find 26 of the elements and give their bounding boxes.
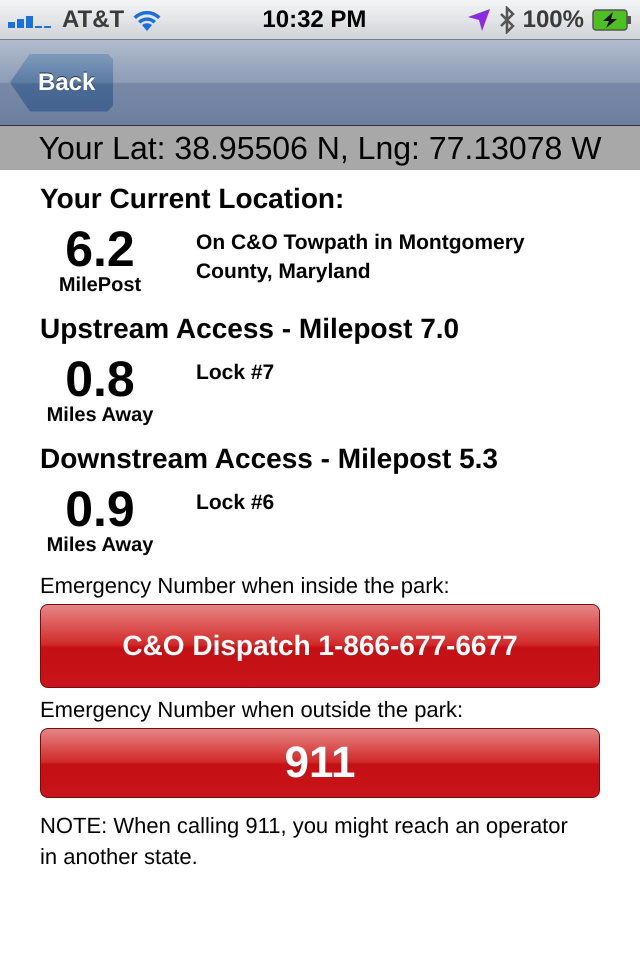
location-description: Lock #7 (196, 360, 274, 386)
section-heading: Your Current Location: (40, 182, 346, 216)
distance-unit: MilePost (58, 274, 142, 296)
back-button[interactable]: Back (10, 54, 114, 112)
note-text: NOTE: When calling 911, you might reach an operator in another state. (40, 812, 569, 871)
coordinates-bar: Your Lat: 38.95506 N, Lng: 77.13078 W (0, 126, 640, 170)
carrier-name: AT&T (62, 6, 124, 34)
battery-charging-icon (592, 8, 632, 30)
distance-value: 6.2 (65, 224, 135, 274)
location-description: Lock #6 (196, 490, 274, 516)
distance-value: 0.9 (65, 484, 135, 534)
location-description: On C&O Towpath in Montgomery County, Maryland (196, 230, 526, 285)
bluetooth-icon (498, 6, 515, 34)
location-arrow-icon (466, 8, 491, 32)
emergency-label: Emergency Number when outside the park: (40, 696, 464, 724)
section-heading: Downstream Access - Milepost 5.3 (40, 442, 500, 476)
section-heading: Upstream Access - Milepost 7.0 (40, 312, 460, 346)
battery-percentage: 100% (522, 6, 584, 34)
distance-unit: Miles Away (46, 534, 154, 556)
distance-value: 0.8 (65, 354, 135, 404)
wifi-icon (132, 8, 162, 30)
call-button[interactable]: C&O Dispatch 1-866-677-6677 (40, 604, 600, 688)
distance-unit: Miles Away (46, 404, 154, 426)
emergency-label: Emergency Number when inside the park: (40, 572, 451, 600)
clock-time: 10:32 PM (262, 6, 366, 34)
call-button[interactable]: 911 (40, 728, 600, 798)
